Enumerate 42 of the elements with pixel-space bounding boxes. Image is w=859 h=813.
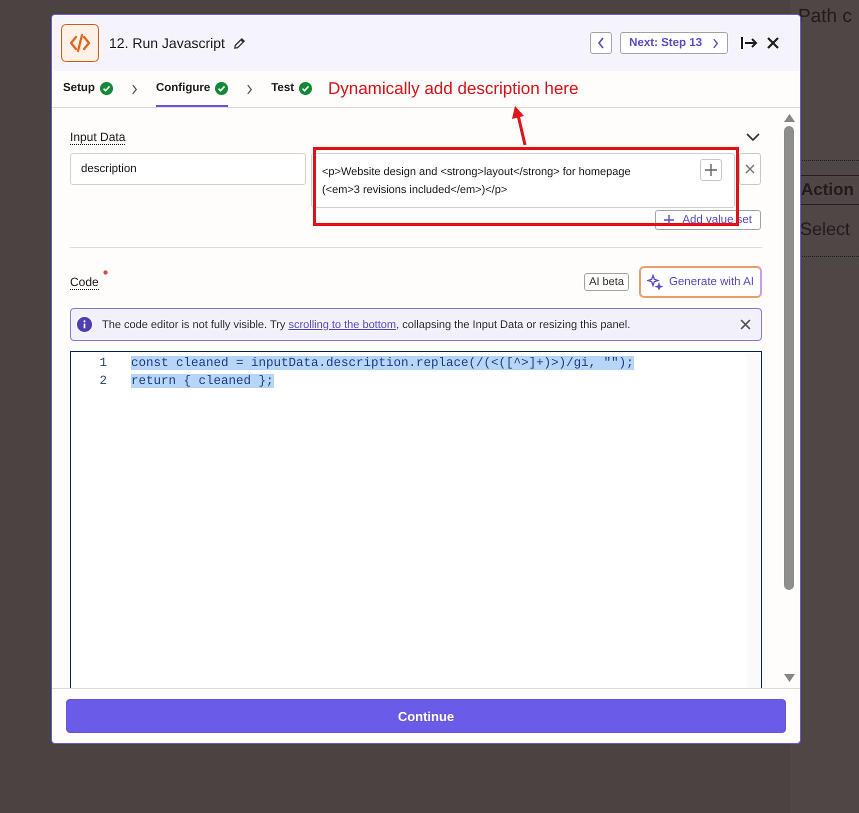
close-icon bbox=[745, 164, 755, 174]
continue-button[interactable]: Continue bbox=[66, 699, 786, 733]
code-icon bbox=[61, 24, 99, 62]
previous-button[interactable] bbox=[590, 32, 612, 54]
chevron-icon bbox=[130, 84, 138, 94]
next-step-button[interactable]: Next: Step 13 bbox=[620, 32, 728, 54]
insert-data-button[interactable] bbox=[700, 159, 722, 181]
info-message: The code editor is not fully visible. Try scrolling to the bottom, collapsing the Input Data or resizing this panel. bbox=[102, 318, 632, 330]
window-title: 12. Run Javascript bbox=[109, 35, 225, 51]
key-field[interactable]: description bbox=[70, 153, 306, 185]
step-tab[interactable]: Setup bbox=[63, 71, 113, 107]
generate-with-ai-button[interactable]: Generate with AI bbox=[638, 266, 762, 298]
check-icon bbox=[299, 82, 312, 94]
chevron-icon bbox=[246, 84, 254, 94]
scroll-down-icon[interactable] bbox=[784, 674, 794, 682]
section-label: Input Data bbox=[70, 130, 126, 145]
scrollbar-thumb[interactable] bbox=[784, 126, 794, 590]
line-number: 1 bbox=[98, 356, 108, 370]
line-number: 2 bbox=[98, 374, 108, 388]
value-field[interactable]: <p>Website design and <strong>layout</strong> for homepage (<em>3 revisions included</em>)</p> bbox=[311, 153, 735, 208]
chevron-left-icon bbox=[597, 37, 606, 49]
scroll-up-icon[interactable] bbox=[784, 114, 794, 122]
code-editor[interactable]: 1 const cleaned = inputData.description.replace(/(<([^>]+)>)/gi, ""); 2 return { cleaned }; bbox=[70, 351, 762, 688]
edit-icon[interactable] bbox=[232, 36, 246, 50]
ai-beta-badge: AI beta bbox=[584, 273, 629, 291]
step-tab[interactable]: Test bbox=[271, 71, 312, 107]
chevron-right-icon bbox=[712, 38, 719, 48]
remove-button[interactable] bbox=[739, 153, 761, 185]
code-label: Code bbox=[70, 274, 99, 290]
plus-icon bbox=[664, 215, 674, 225]
close-icon[interactable] bbox=[740, 319, 751, 330]
collapse-panel-icon[interactable] bbox=[740, 35, 758, 51]
check-icon bbox=[215, 82, 228, 94]
scroll-link[interactable]: scrolling to the bottom bbox=[288, 318, 396, 330]
step-tab[interactable]: Configure bbox=[156, 71, 228, 107]
sparkle-icon bbox=[646, 274, 663, 290]
chevron-icon[interactable] bbox=[746, 133, 760, 142]
info-icon bbox=[77, 317, 92, 332]
plus-icon bbox=[705, 164, 717, 176]
close-icon[interactable] bbox=[766, 36, 780, 50]
annotation-text: Dynamically add description here bbox=[328, 79, 578, 99]
check-icon bbox=[100, 82, 113, 94]
